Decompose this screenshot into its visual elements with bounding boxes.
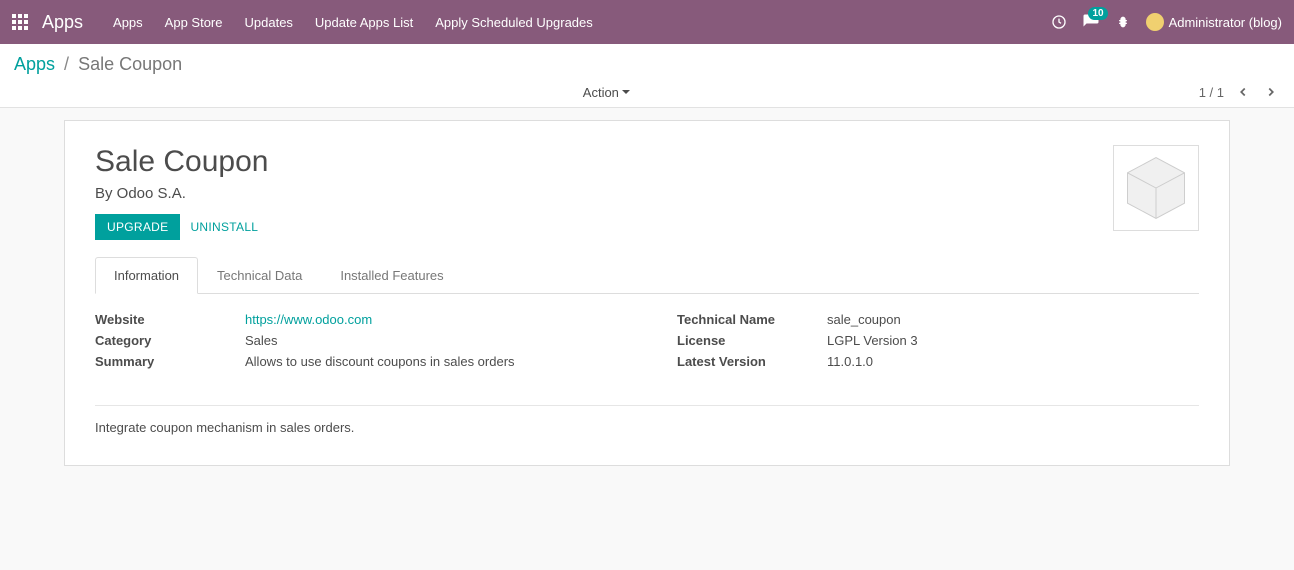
tabs: Information Technical Data Installed Fea… — [95, 256, 1199, 294]
divider — [95, 405, 1199, 406]
messages-icon[interactable]: 10 — [1082, 13, 1100, 31]
nav-item-app-store[interactable]: App Store — [165, 15, 223, 30]
nav-item-update-list[interactable]: Update Apps List — [315, 15, 413, 30]
uninstall-button[interactable]: Uninstall — [190, 220, 258, 234]
bug-icon[interactable] — [1114, 13, 1132, 31]
license-value: LGPL Version 3 — [827, 333, 918, 348]
tab-technical-data[interactable]: Technical Data — [198, 257, 321, 294]
category-label: Category — [95, 333, 245, 348]
category-value: Sales — [245, 333, 278, 348]
module-icon — [1113, 145, 1199, 231]
messages-badge: 10 — [1088, 7, 1107, 20]
nav-item-upgrades[interactable]: Apply Scheduled Upgrades — [435, 15, 593, 30]
user-label: Administrator (blog) — [1169, 15, 1282, 30]
breadcrumb-current: Sale Coupon — [78, 54, 182, 74]
breadcrumb-root[interactable]: Apps — [14, 54, 55, 74]
nav-menu: Apps App Store Updates Update Apps List … — [113, 15, 593, 30]
pager: 1 / 1 — [1199, 83, 1280, 101]
breadcrumb-separator: / — [64, 54, 69, 74]
pager-next[interactable] — [1262, 83, 1280, 101]
caret-down-icon — [622, 90, 630, 94]
nav-item-apps[interactable]: Apps — [113, 15, 143, 30]
website-label: Website — [95, 312, 245, 327]
pager-prev[interactable] — [1234, 83, 1252, 101]
tab-installed-features[interactable]: Installed Features — [321, 257, 462, 294]
version-label: Latest Version — [677, 354, 827, 369]
control-bar: Apps / Sale Coupon Action 1 / 1 — [0, 44, 1294, 108]
website-link[interactable]: https://www.odoo.com — [245, 312, 372, 327]
summary-value: Allows to use discount coupons in sales … — [245, 354, 515, 369]
tech-name-value: sale_coupon — [827, 312, 901, 327]
tab-information[interactable]: Information — [95, 257, 198, 294]
action-menu[interactable]: Action — [583, 85, 630, 100]
pager-text: 1 / 1 — [1199, 85, 1224, 100]
upgrade-button[interactable]: Upgrade — [95, 214, 180, 240]
avatar-icon — [1146, 13, 1164, 31]
module-title: Sale Coupon — [95, 145, 268, 179]
apps-grid-icon[interactable] — [12, 14, 28, 30]
license-label: License — [677, 333, 827, 348]
main-navbar: Apps Apps App Store Updates Update Apps … — [0, 0, 1294, 44]
form-sheet: Sale Coupon By Odoo S.A. Upgrade Uninsta… — [64, 120, 1230, 466]
tech-name-label: Technical Name — [677, 312, 827, 327]
version-value: 11.0.1.0 — [827, 354, 873, 369]
clock-icon[interactable] — [1050, 13, 1068, 31]
summary-label: Summary — [95, 354, 245, 369]
breadcrumb: Apps / Sale Coupon — [14, 54, 1280, 75]
module-author: By Odoo S.A. — [95, 185, 268, 202]
nav-title: Apps — [42, 12, 83, 33]
user-menu[interactable]: Administrator (blog) — [1146, 13, 1282, 31]
action-menu-label: Action — [583, 85, 619, 100]
module-description: Integrate coupon mechanism in sales orde… — [95, 420, 1199, 435]
nav-item-updates[interactable]: Updates — [245, 15, 293, 30]
